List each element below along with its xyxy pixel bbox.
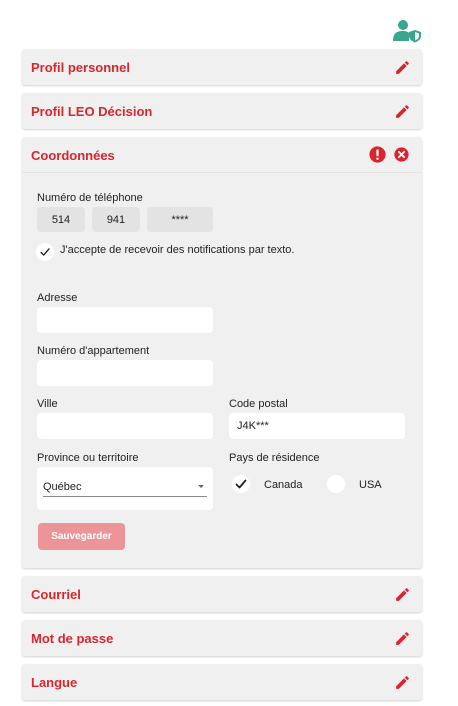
address-field[interactable] — [37, 307, 213, 333]
city-field[interactable] — [37, 413, 213, 439]
city-label: Ville — [37, 398, 58, 410]
checkmark-icon — [233, 476, 249, 492]
address-label: Adresse — [37, 292, 78, 304]
section-header[interactable]: Mot de passe — [22, 620, 422, 656]
province-select[interactable]: Québec — [37, 467, 213, 510]
section-profil-leo[interactable]: Profil LEO Décision — [22, 93, 422, 129]
section-profil-personnel[interactable]: Profil personnel — [22, 49, 422, 85]
postal-code-label: Code postal — [229, 398, 288, 410]
apartment-field[interactable] — [37, 360, 213, 386]
country-radio-canada[interactable] — [232, 475, 250, 493]
section-title: Profil personnel — [31, 60, 130, 75]
sms-optin-checkbox[interactable] — [36, 243, 54, 261]
section-header[interactable]: Profil LEO Décision — [22, 93, 422, 129]
checkmark-icon — [38, 245, 54, 261]
country-option-canada[interactable]: Canada — [264, 479, 303, 491]
country-label: Pays de résidence — [229, 452, 320, 464]
apartment-label: Numéro d'appartement — [37, 345, 150, 357]
pencil-icon[interactable] — [394, 586, 411, 603]
pencil-icon[interactable] — [394, 59, 411, 76]
section-coordonnees: Coordonnées Numéro de téléphone 514 941 … — [22, 137, 422, 568]
section-mot-de-passe[interactable]: Mot de passe — [22, 620, 422, 656]
phone-prefix[interactable]: 941 — [92, 207, 140, 232]
save-button[interactable]: Sauvegarder — [38, 523, 125, 550]
select-underline — [43, 496, 207, 497]
province-selected-value: Québec — [43, 481, 82, 493]
pencil-icon[interactable] — [394, 630, 411, 647]
section-courriel[interactable]: Courriel — [22, 576, 422, 612]
pencil-icon[interactable] — [394, 674, 411, 691]
section-header[interactable]: Courriel — [22, 576, 422, 612]
sms-optin-label: J'accepte de recevoir des notifications … — [60, 244, 295, 256]
country-option-usa[interactable]: USA — [359, 479, 382, 491]
section-title: Mot de passe — [31, 631, 114, 646]
section-title: Langue — [31, 675, 78, 690]
section-langue[interactable]: Langue — [22, 664, 422, 700]
section-title: Coordonnées — [31, 148, 115, 163]
close-circle-icon[interactable] — [394, 147, 409, 162]
section-title: Courriel — [31, 587, 81, 602]
phone-area-code[interactable]: 514 — [37, 207, 85, 232]
postal-code-field[interactable]: J4K*** — [229, 413, 405, 439]
province-label: Province ou territoire — [37, 452, 139, 464]
section-header[interactable]: Coordonnées — [22, 137, 422, 173]
section-header[interactable]: Langue — [22, 664, 422, 700]
section-title: Profil LEO Décision — [31, 104, 153, 119]
section-header[interactable]: Profil personnel — [22, 49, 422, 85]
phone-line-number[interactable]: **** — [147, 207, 213, 232]
chevron-down-icon — [198, 485, 204, 488]
user-shield-icon[interactable] — [392, 19, 422, 43]
country-radio-usa[interactable] — [327, 475, 345, 493]
phone-label: Numéro de téléphone — [37, 192, 143, 204]
pencil-icon[interactable] — [394, 103, 411, 120]
exclamation-circle-icon — [369, 146, 386, 163]
